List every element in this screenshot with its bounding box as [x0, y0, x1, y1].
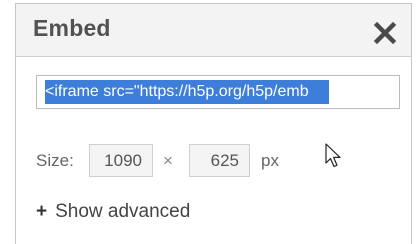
dialog-titlebar: Embed: [16, 4, 411, 57]
embed-code-textarea[interactable]: <iframe src="https://h5p.org/h5p/emb: [36, 75, 400, 109]
width-input[interactable]: 1090: [89, 144, 153, 177]
mouse-pointer-icon: [325, 143, 343, 169]
unit-label: px: [261, 151, 279, 170]
size-label: Size:: [36, 151, 74, 170]
show-advanced-label: Show advanced: [55, 201, 191, 222]
height-input[interactable]: 625: [189, 144, 250, 177]
embed-code-selected-text: <iframe src="https://h5p.org/h5p/emb: [45, 80, 329, 104]
close-icon[interactable]: [373, 21, 397, 45]
times-symbol: ×: [163, 151, 173, 170]
embed-dialog: Embed <iframe src="https://h5p.org/h5p/e…: [15, 3, 412, 244]
dialog-title: Embed: [33, 15, 111, 41]
show-advanced-toggle[interactable]: + Show advanced: [36, 201, 190, 225]
plus-icon: +: [36, 201, 48, 222]
